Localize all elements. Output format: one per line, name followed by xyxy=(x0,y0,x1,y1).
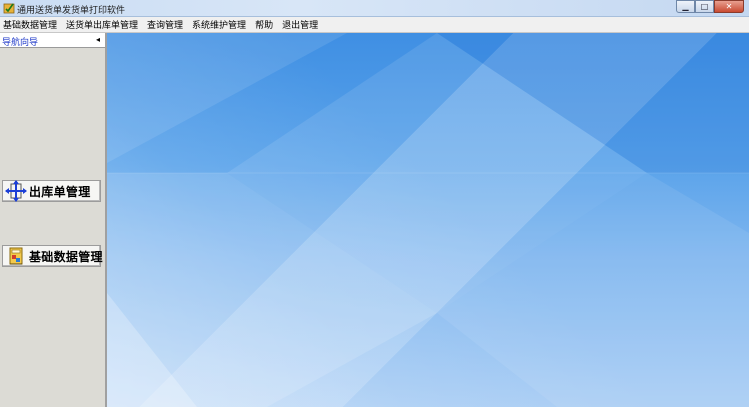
app-icon xyxy=(3,3,15,14)
menu-item-exit[interactable]: 退出管理 xyxy=(278,18,323,31)
navigation-title: 导航向导 xyxy=(2,38,39,48)
menu-item-delivery-outbound[interactable]: 送货单出库单管理 xyxy=(62,18,143,31)
close-button[interactable]: ✕ xyxy=(714,0,744,13)
base-data-management-button[interactable]: 基础数据管理 xyxy=(2,245,103,267)
minimize-icon: ▁ xyxy=(682,1,689,11)
navigation-header: 导航向导 ◂ xyxy=(0,33,105,48)
title-bar: 通用送货单发货单打印软件 ▁ □ ✕ xyxy=(0,0,749,17)
window-title: 通用送货单发货单打印软件 xyxy=(17,6,126,16)
menu-bar: 基础数据管理 送货单出库单管理 查询管理 系统维护管理 帮助 退出管理 xyxy=(0,17,749,33)
menu-item-system-maintenance[interactable]: 系统维护管理 xyxy=(188,18,251,31)
outbound-arrows-icon xyxy=(3,180,29,202)
navigation-sidebar: 导航向导 ◂ 出库单管理 基础数据管理 xyxy=(0,33,107,407)
outbound-management-button[interactable]: 出库单管理 xyxy=(2,180,101,202)
minimize-button[interactable]: ▁ xyxy=(676,0,695,13)
window-controls: ▁ □ ✕ xyxy=(676,0,744,15)
collapse-arrow-icon[interactable]: ◂ xyxy=(96,35,100,44)
main-workspace xyxy=(107,33,749,407)
maximize-icon: □ xyxy=(700,1,709,11)
outbound-management-label: 出库单管理 xyxy=(29,184,91,199)
base-data-management-label: 基础数据管理 xyxy=(29,249,103,264)
close-icon: ✕ xyxy=(725,1,733,11)
database-folder-icon xyxy=(3,245,29,267)
menu-item-query[interactable]: 查询管理 xyxy=(143,18,188,31)
background-pattern xyxy=(107,33,749,407)
menu-item-base-data[interactable]: 基础数据管理 xyxy=(0,18,62,31)
maximize-button[interactable]: □ xyxy=(695,0,714,13)
menu-item-help[interactable]: 帮助 xyxy=(251,18,278,31)
